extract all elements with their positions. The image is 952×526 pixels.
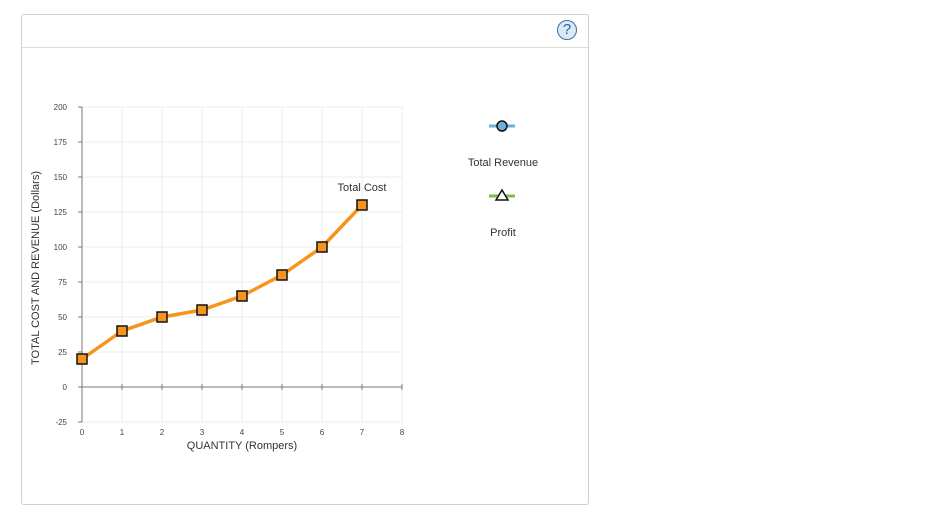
x-tick-label: 3 — [200, 428, 205, 437]
x-tick-label: 0 — [80, 428, 85, 437]
y-tick-label: 200 — [54, 103, 68, 112]
data-point-total-cost — [156, 311, 168, 323]
x-tick-label: 7 — [360, 428, 365, 437]
circle-icon — [496, 120, 508, 132]
x-tick-label: 2 — [160, 428, 165, 437]
legend-label-profit: Profit — [490, 227, 516, 239]
y-axis-label: TOTAL COST AND REVENUE (Dollars) — [30, 171, 42, 365]
data-point-total-cost — [196, 304, 208, 316]
y-tick-label: 0 — [63, 383, 68, 392]
data-point-total-cost — [316, 241, 328, 253]
x-tick-label: 8 — [400, 428, 405, 437]
x-tick-label: 5 — [280, 428, 285, 437]
help-icon: ? — [562, 21, 572, 38]
y-tick-label: 125 — [54, 208, 68, 217]
x-tick-label: 6 — [320, 428, 325, 437]
y-tick-label: 150 — [54, 173, 68, 182]
data-point-total-cost — [76, 353, 88, 365]
data-point-total-cost — [276, 269, 288, 281]
legend-label-total-revenue: Total Revenue — [467, 157, 539, 169]
y-tick-label: 75 — [58, 278, 67, 287]
data-point-total-cost — [356, 199, 368, 211]
x-tick-label: 4 — [240, 428, 245, 437]
data-point-total-cost — [116, 325, 128, 337]
y-tick-label: 100 — [54, 243, 68, 252]
y-tick-label: 175 — [54, 138, 68, 147]
y-tick-label: -25 — [55, 418, 67, 427]
y-tick-label: 25 — [58, 348, 67, 357]
y-tick-label: 50 — [58, 313, 67, 322]
series-label-total-cost: Total Cost — [338, 182, 387, 194]
data-point-total-cost — [236, 290, 248, 302]
x-axis-label: QUANTITY (Rompers) — [186, 440, 298, 452]
x-tick-label: 1 — [120, 428, 125, 437]
help-button[interactable]: ? — [557, 20, 577, 40]
